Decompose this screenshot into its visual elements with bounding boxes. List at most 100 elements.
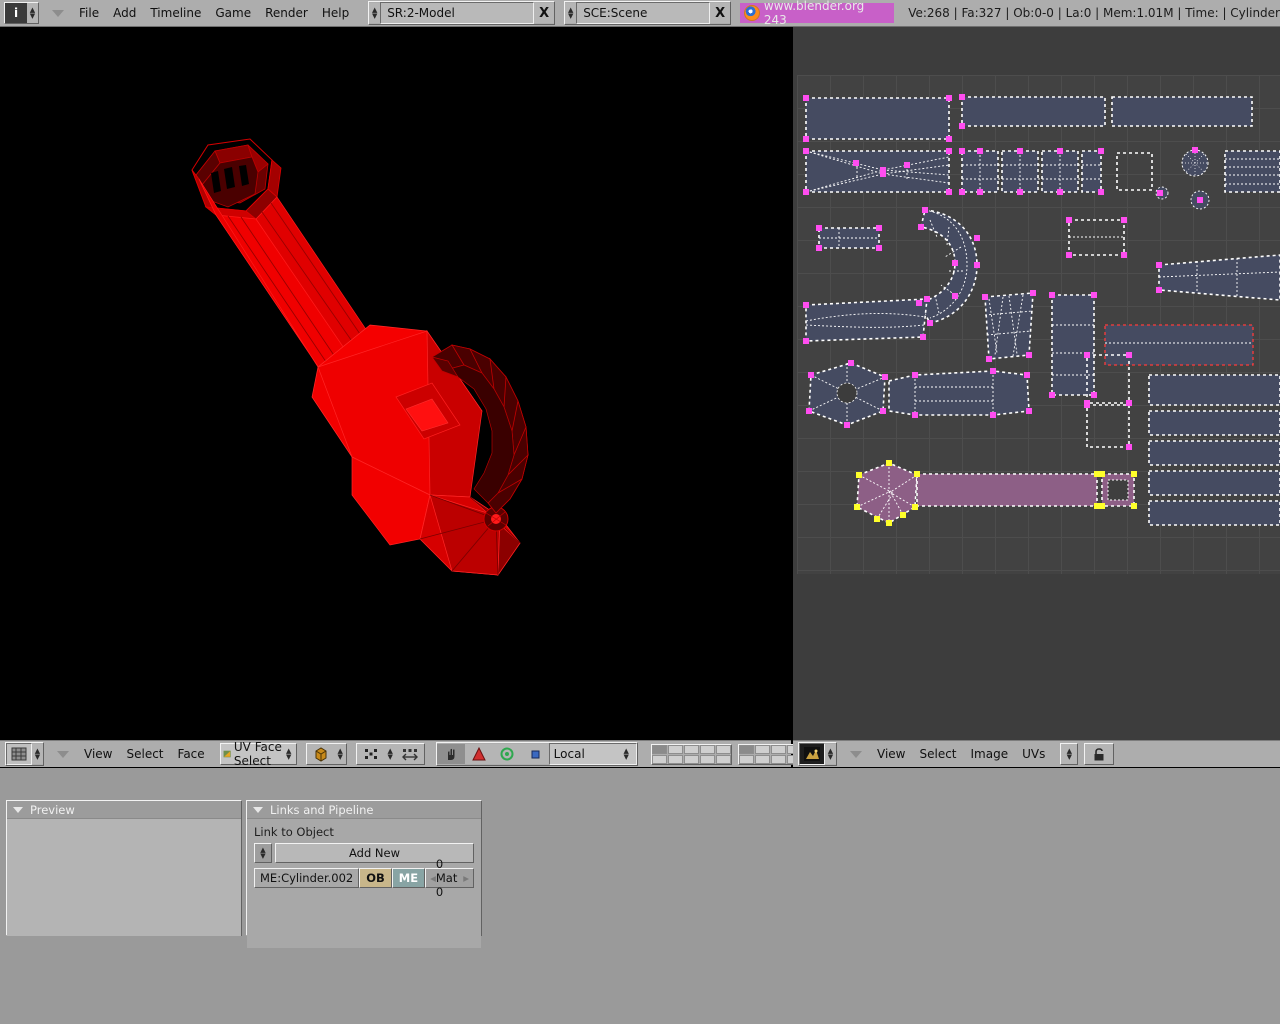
manipulator-group[interactable]: Local ▲▼ [436,742,638,766]
links-panel-header[interactable]: Links and Pipeline [247,801,481,819]
layer-a-8[interactable] [684,755,699,764]
pivot-median-icon[interactable] [357,744,385,764]
layer-group-a[interactable] [651,744,732,765]
blender-version-link[interactable]: www.blender.org 243 [740,3,894,23]
unlocked-icon[interactable] [1085,744,1113,764]
layer-b-8[interactable] [771,755,786,764]
chevron-down-icon[interactable] [13,807,23,813]
draw-type-selector[interactable]: ▲▼ [306,743,347,765]
info-icon[interactable]: i [5,3,27,23]
layer-a-7[interactable] [668,755,683,764]
layer-a-3[interactable] [684,745,699,754]
solid-shading-icon[interactable] [307,744,335,764]
collapse-3d-header-icon[interactable] [57,751,69,758]
editor-type-spinner-uv[interactable]: ▲▼ [825,744,836,764]
view3d-menu-select[interactable]: Select [119,744,170,764]
preview-panel-header[interactable]: Preview [7,801,241,819]
link-to-object-label: Link to Object [254,825,474,839]
menu-game[interactable]: Game [208,3,258,23]
links-and-pipeline-panel[interactable]: Links and Pipeline Link to Object ▲▼ Add… [246,800,482,936]
mesh-name-field[interactable]: ME:Cylinder.002 [254,868,359,888]
collapse-menu-icon[interactable] [52,10,64,17]
3d-view-icon[interactable] [6,743,32,765]
uv-menu-image[interactable]: Image [964,744,1016,764]
snap-icon[interactable] [396,744,424,764]
3d-view-header: ▲▼ View Select Face UV Face Select ▲▼ ▲▼… [0,740,791,767]
scene-name-field[interactable]: SCE:Scene [576,2,710,24]
pivot-spinner[interactable]: ▲▼ [385,744,396,764]
view3d-menu-face[interactable]: Face [171,744,212,764]
uv-image-browse[interactable]: ▲▼ [1060,743,1078,765]
pivot-selector[interactable]: ▲▼ [356,743,425,765]
scene-spinner[interactable]: ▲▼ [565,3,576,23]
buttons-window[interactable]: Preview Links and Pipeline Link to Objec… [0,768,1280,1024]
material-next-arrow[interactable]: ▸ [463,871,469,885]
uv-image-spinner[interactable]: ▲▼ [1061,744,1077,764]
links-panel-title: Links and Pipeline [270,803,374,817]
material-index-field[interactable]: ◂ 0 Mat 0 ▸ [425,868,474,888]
layer-a-4[interactable] [700,745,715,754]
translate-manipulator-icon[interactable] [465,744,493,764]
screen-delete-button[interactable]: X [534,3,554,23]
mesh-browse-spinner[interactable]: ▲▼ [254,843,272,863]
uv-face-select-icon [223,747,231,761]
draw-type-spinner[interactable]: ▲▼ [335,744,346,764]
screen-name-field[interactable]: SR:2-Model [380,2,534,24]
mode-label: UV Face Select [234,740,283,768]
layer-a-9[interactable] [700,755,715,764]
layer-a-10[interactable] [716,755,731,764]
ob-link-button[interactable]: OB [359,868,392,888]
mode-selector[interactable]: UV Face Select ▲▼ [220,743,297,765]
menu-timeline[interactable]: Timeline [143,3,208,23]
menu-file[interactable]: File [72,3,106,23]
layer-b-2[interactable] [755,745,770,754]
me-link-button[interactable]: ME [392,868,425,888]
uv-grid[interactable]: .isl { fill:#454b61; stroke:#ffffff; str… [797,75,1280,574]
uv-menu-view[interactable]: View [870,744,912,764]
editor-type-selector-uv[interactable]: ▲▼ [798,742,837,766]
editor-type-spinner[interactable]: ▲▼ [27,3,38,23]
layer-a-1[interactable] [652,745,667,754]
orientation-label: Local [554,747,585,761]
screen-spinner[interactable]: ▲▼ [369,3,380,23]
menu-help[interactable]: Help [315,3,356,23]
collapse-uv-header-icon[interactable] [850,751,862,758]
mode-spinner[interactable]: ▲▼ [286,744,292,764]
uv-menu-select[interactable]: Select [912,744,963,764]
menu-render[interactable]: Render [258,3,315,23]
layer-a-5[interactable] [716,745,731,754]
chevron-down-icon[interactable] [253,807,263,813]
layer-b-6[interactable] [739,755,754,764]
links-panel-body: Link to Object ▲▼ Add New ME:Cylinder.00… [247,819,481,948]
menu-add[interactable]: Add [106,3,143,23]
layer-b-7[interactable] [755,755,770,764]
transform-orientation-dropdown[interactable]: Local ▲▼ [549,743,637,765]
3d-viewport[interactable] [0,27,790,740]
uv-image-editor[interactable]: .isl { fill:#454b61; stroke:#ffffff; str… [793,27,1280,740]
scene-delete-button[interactable]: X [710,3,730,23]
screen-selector[interactable]: ▲▼ SR:2-Model X [368,1,555,25]
layer-a-2[interactable] [668,745,683,754]
uv-islands: .isl { fill:#454b61; stroke:#ffffff; str… [797,75,1280,574]
layer-a-6[interactable] [652,755,667,764]
view3d-menu-view[interactable]: View [77,744,119,764]
editor-type-selector[interactable]: i ▲▼ [4,2,39,24]
uv-image-editor-icon[interactable] [799,743,825,765]
editor-type-selector-3d[interactable]: ▲▼ [5,742,44,766]
mode-dropdown[interactable]: UV Face Select ▲▼ [221,744,296,764]
scene-selector[interactable]: ▲▼ SCE:Scene X [564,1,731,25]
uv-menu-uvs[interactable]: UVs [1015,744,1052,764]
layer-b-3[interactable] [771,745,786,754]
rotate-manipulator-icon[interactable] [493,744,521,764]
blender-link-label: www.blender.org 243 [764,0,888,27]
layer-b-1[interactable] [739,745,754,754]
editor-type-spinner-3d[interactable]: ▲▼ [32,744,43,764]
scale-manipulator-icon[interactable] [521,744,549,764]
preview-panel[interactable]: Preview [6,800,242,936]
3d-model-wireframe [0,27,790,740]
hand-icon[interactable] [437,744,465,764]
uv-pin-button[interactable] [1084,743,1114,765]
blender-logo-icon [744,5,760,21]
preview-panel-title: Preview [30,803,75,817]
orientation-spinner[interactable]: ▲▼ [621,744,632,764]
